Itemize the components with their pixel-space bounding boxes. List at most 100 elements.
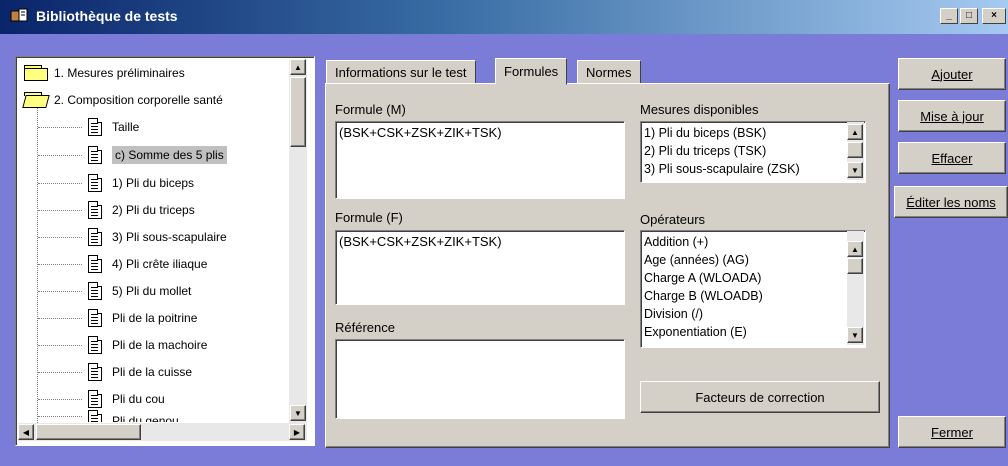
tree-item[interactable]: 4) Pli crête iliaque xyxy=(38,252,207,276)
tree-item-label: 1. Mesures préliminaires xyxy=(54,66,185,80)
scroll-thumb[interactable] xyxy=(290,77,306,147)
list-item[interactable]: Charge B (WLOADB) xyxy=(644,287,862,305)
tree-item[interactable]: Pli de la cuisse xyxy=(38,360,192,384)
list-item[interactable]: Charge A (WLOADA) xyxy=(644,269,862,287)
mesures-list[interactable]: 1) Pli du biceps (BSK) 2) Pli du triceps… xyxy=(640,121,866,183)
document-icon xyxy=(88,410,102,422)
scroll-thumb[interactable] xyxy=(36,424,141,440)
tab-label: Normes xyxy=(586,64,632,80)
mesures-label: Mesures disponibles xyxy=(640,102,759,117)
tree-item-selected[interactable]: c) Somme des 5 plis xyxy=(38,143,227,167)
arrow-up-icon: ▲ xyxy=(294,62,302,72)
scroll-down-button[interactable]: ▼ xyxy=(847,327,863,343)
tab-formules[interactable]: Formules xyxy=(495,58,568,85)
editer-noms-button[interactable]: Éditer les noms xyxy=(894,186,1008,218)
list-item[interactable]: Exponentiation (E) xyxy=(644,323,862,341)
list-item[interactable]: Division (/) xyxy=(644,305,862,323)
reference-label: Référence xyxy=(335,320,395,335)
tree-item-label: 2. Composition corporelle santé xyxy=(54,93,223,107)
tree-item-label: 5) Pli du mollet xyxy=(112,284,192,298)
tree-item-mesures-preliminaires[interactable]: 1. Mesures préliminaires xyxy=(24,61,185,85)
list-item[interactable]: 2) Pli du triceps (TSK) xyxy=(644,142,862,160)
document-icon xyxy=(88,309,102,327)
app-icon xyxy=(10,8,28,22)
arrow-down-icon: ▼ xyxy=(294,408,302,418)
arrow-right-icon: ▶ xyxy=(293,427,301,437)
tree-item-label: Pli de la cuisse xyxy=(112,365,193,379)
list-item[interactable]: Age (années) (AG) xyxy=(644,251,862,269)
tree-item-label: Taille xyxy=(112,120,140,134)
arrow-down-icon: ▼ xyxy=(851,330,859,340)
ajouter-button[interactable]: Ajouter xyxy=(898,58,1006,90)
list-item[interactable]: 1) Pli du biceps (BSK) xyxy=(644,124,862,142)
tree-item[interactable]: Taille xyxy=(38,115,139,139)
tree-item-label: 2) Pli du triceps xyxy=(112,203,195,217)
tree-item[interactable]: 2) Pli du triceps xyxy=(38,198,195,222)
tree-item-label: Pli de la machoire xyxy=(112,338,208,352)
close-icon: × xyxy=(991,10,997,21)
arrow-down-icon: ▼ xyxy=(851,165,859,175)
tree-vertical-scrollbar[interactable]: ▲ ▼ xyxy=(289,59,307,423)
tree-item[interactable]: Pli du genou xyxy=(38,410,179,422)
tree-horizontal-scrollbar[interactable]: ◀ ▶ xyxy=(18,423,307,441)
tree-item-label: Pli du genou xyxy=(112,414,179,422)
operateurs-label: Opérateurs xyxy=(640,212,706,227)
folder-open-icon xyxy=(22,92,50,108)
tree-item[interactable]: 3) Pli sous-scapulaire xyxy=(38,225,227,249)
formule-f-field[interactable]: (BSK+CSK+ZSK+ZIK+TSK) xyxy=(335,230,625,305)
fermer-button[interactable]: Fermer xyxy=(898,416,1006,448)
scroll-right-button[interactable]: ▶ xyxy=(289,424,305,440)
window-title: Bibliothèque de tests xyxy=(36,8,178,24)
document-icon xyxy=(88,390,102,408)
list-item[interactable]: 3) Pli sous-scapulaire (ZSK) xyxy=(644,160,862,178)
scroll-thumb[interactable] xyxy=(847,142,863,158)
tree-item-label: Pli du cou xyxy=(112,392,165,406)
tab-label: Formules xyxy=(504,64,559,79)
scroll-down-button[interactable]: ▼ xyxy=(290,405,306,421)
tree-item[interactable]: 1) Pli du biceps xyxy=(38,171,194,195)
tree-item-label: 4) Pli crête iliaque xyxy=(112,257,208,271)
arrow-left-icon: ◀ xyxy=(22,427,30,437)
tree-item-composition-corporelle[interactable]: 2. Composition corporelle santé xyxy=(22,88,223,112)
maximize-button[interactable]: □ xyxy=(960,8,978,24)
tree-item[interactable]: 5) Pli du mollet xyxy=(38,279,191,303)
mise-a-jour-button[interactable]: Mise à jour xyxy=(898,100,1006,132)
close-button[interactable]: × xyxy=(982,8,1006,24)
minimize-button[interactable]: _ xyxy=(940,8,958,24)
tree-item-label: Pli de la poitrine xyxy=(112,311,198,325)
facteurs-correction-button[interactable]: Facteurs de correction xyxy=(640,381,880,413)
test-tree[interactable]: 1. Mesures préliminaires 2. Composition … xyxy=(15,56,315,446)
scroll-up-button[interactable]: ▲ xyxy=(847,124,863,140)
tab-informations[interactable]: Informations sur le test xyxy=(326,60,476,84)
document-icon xyxy=(88,282,102,300)
tree-item[interactable]: Pli de la machoire xyxy=(38,333,207,357)
tree-item[interactable]: Pli du cou xyxy=(38,387,165,411)
scroll-up-button[interactable]: ▲ xyxy=(847,241,863,257)
scroll-left-button[interactable]: ◀ xyxy=(18,424,34,440)
tree-item-label: 1) Pli du biceps xyxy=(112,176,195,190)
document-icon xyxy=(88,174,102,192)
arrow-up-icon: ▲ xyxy=(851,244,859,254)
document-icon xyxy=(88,228,102,246)
title-bar: Bibliothèque de tests _ □ × xyxy=(0,0,1008,34)
formule-m-field[interactable]: (BSK+CSK+ZSK+ZIK+TSK) xyxy=(335,121,625,199)
formule-f-label: Formule (F) xyxy=(335,210,403,225)
list-item[interactable]: Addition (+) xyxy=(644,233,862,251)
arrow-up-icon: ▲ xyxy=(851,127,859,137)
mesures-scrollbar[interactable]: ▲ ▼ xyxy=(847,122,864,180)
scroll-thumb[interactable] xyxy=(847,258,863,274)
tree-item[interactable]: Pli de la poitrine xyxy=(38,306,197,330)
scroll-down-button[interactable]: ▼ xyxy=(847,162,863,178)
operateurs-scrollbar[interactable]: ▲ ▼ xyxy=(847,231,864,345)
formules-panel: Formule (M) (BSK+CSK+ZSK+ZIK+TSK) Formul… xyxy=(325,83,890,448)
folder-icon xyxy=(24,65,48,81)
document-icon xyxy=(88,255,102,273)
operateurs-list[interactable]: Addition (+) Age (années) (AG) Charge A … xyxy=(640,230,866,348)
document-icon xyxy=(88,201,102,219)
reference-field[interactable] xyxy=(335,339,625,419)
effacer-button[interactable]: Effacer xyxy=(898,142,1006,174)
tab-label: Informations sur le test xyxy=(335,64,467,80)
tab-normes[interactable]: Normes xyxy=(577,60,641,84)
scroll-up-button[interactable]: ▲ xyxy=(290,59,306,75)
document-icon xyxy=(88,118,102,136)
